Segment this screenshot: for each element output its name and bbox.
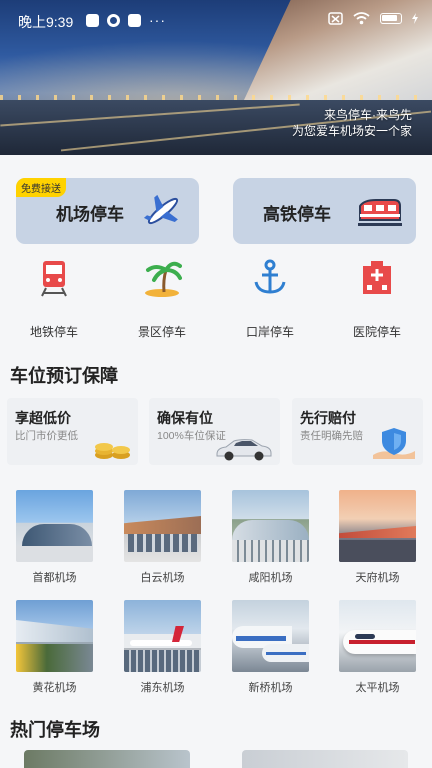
status-bar: 晚上9:39 ··· bbox=[0, 0, 432, 40]
status-time: 晚上9:39 bbox=[18, 14, 74, 30]
guarantee-card-spot[interactable]: 确保有位 100%车位保证 bbox=[149, 398, 280, 465]
battery-icon bbox=[380, 13, 402, 24]
guarantee-section-title: 车位预订保障 bbox=[10, 366, 118, 386]
guarantee-low-price-subtitle: 比门市价更低 bbox=[15, 430, 78, 442]
airport-card-xianyang[interactable]: 咸阳机场 bbox=[232, 490, 309, 585]
quick-link-hospital-label: 医院停车 bbox=[352, 325, 401, 339]
airport-parking-card[interactable]: 免费接送 机场停车 bbox=[16, 178, 199, 244]
metro-icon bbox=[41, 261, 67, 297]
status-system-icons bbox=[328, 12, 418, 25]
airport-label-baiyun: 白云机场 bbox=[140, 572, 185, 584]
airport-photo-xinqiao bbox=[232, 600, 309, 672]
airport-label-huanghua: 黄花机场 bbox=[32, 682, 77, 694]
hero-caption-line1: 来鸟停车·来鸟先 bbox=[324, 108, 412, 122]
airport-parking-label: 机场停车 bbox=[56, 205, 124, 224]
airport-label-pudong: 浦东机场 bbox=[140, 682, 185, 694]
airport-card-baiyun[interactable]: 白云机场 bbox=[124, 490, 201, 585]
guarantee-card-low-price[interactable]: 享超低价 比门市价更低 bbox=[7, 398, 138, 465]
airport-photo-xianyang bbox=[232, 490, 309, 562]
free-shuttle-badge: 免费接送 bbox=[16, 178, 66, 197]
airport-label-taiping: 太平机场 bbox=[355, 682, 400, 694]
car-icon bbox=[216, 439, 272, 461]
airport-label-shoudu: 首都机场 bbox=[32, 572, 77, 584]
quick-link-metro-label: 地铁停车 bbox=[29, 325, 78, 339]
notification-circle-icon bbox=[107, 13, 120, 27]
no-sim-icon bbox=[328, 12, 343, 25]
more-notifications-icon: ··· bbox=[149, 12, 166, 28]
guarantee-low-price-title: 享超低价 bbox=[15, 410, 71, 426]
hospital-icon bbox=[363, 261, 391, 294]
quick-link-port-label: 口岸停车 bbox=[245, 325, 294, 339]
hot-parking-section-title: 热门停车场 bbox=[10, 720, 100, 740]
airport-label-tianfu: 天府机场 bbox=[355, 572, 400, 584]
airport-photo-pudong bbox=[124, 600, 201, 672]
airport-card-shoudu[interactable]: 首都机场 bbox=[16, 490, 93, 585]
quick-link-hospital[interactable]: 医院停车 bbox=[337, 258, 417, 340]
hot-parking-card-1[interactable] bbox=[24, 750, 190, 768]
hero-caption: 来鸟停车·来鸟先 为您爱车机场安一个家 bbox=[292, 107, 412, 139]
airport-photo-baiyun bbox=[124, 490, 201, 562]
guarantee-card-compensation[interactable]: 先行赔付 责任明确先赔 bbox=[292, 398, 423, 465]
airport-card-xinqiao[interactable]: 新桥机场 bbox=[232, 600, 309, 695]
airport-card-tianfu[interactable]: 天府机场 bbox=[339, 490, 416, 585]
shield-icon bbox=[373, 428, 415, 459]
airport-card-pudong[interactable]: 浦东机场 bbox=[124, 600, 201, 695]
airplane-icon bbox=[143, 194, 179, 225]
palm-tree-icon bbox=[145, 261, 182, 297]
airport-card-huanghua[interactable]: 黄花机场 bbox=[16, 600, 93, 695]
airport-photo-tianfu bbox=[339, 490, 416, 562]
hot-parking-card-2[interactable] bbox=[242, 750, 408, 768]
train-parking-card[interactable]: 高铁停车 bbox=[233, 178, 416, 244]
quick-link-metro[interactable]: 地铁停车 bbox=[14, 258, 94, 340]
hero-caption-line2: 为您爱车机场安一个家 bbox=[291, 124, 412, 138]
guarantee-compensation-subtitle: 责任明确先赔 bbox=[300, 430, 363, 442]
train-parking-label: 高铁停车 bbox=[263, 205, 331, 224]
airport-card-taiping[interactable]: 太平机场 bbox=[339, 600, 416, 695]
coins-icon bbox=[95, 443, 130, 459]
train-icon bbox=[358, 199, 402, 226]
notification-square-icon bbox=[128, 13, 141, 27]
airport-photo-taiping bbox=[339, 600, 416, 672]
anchor-icon bbox=[254, 259, 286, 294]
guarantee-compensation-title: 先行赔付 bbox=[300, 410, 356, 426]
status-notification-icons: ··· bbox=[86, 12, 166, 28]
notification-app-icon bbox=[86, 13, 99, 27]
quick-link-port[interactable]: 口岸停车 bbox=[230, 258, 310, 340]
airport-photo-shoudu bbox=[16, 490, 93, 562]
charging-icon bbox=[412, 13, 418, 24]
airport-label-xinqiao: 新桥机场 bbox=[248, 682, 293, 694]
quick-link-scenic[interactable]: 景区停车 bbox=[122, 258, 202, 340]
wifi-icon bbox=[353, 12, 370, 25]
airport-photo-huanghua bbox=[16, 600, 93, 672]
quick-link-scenic-label: 景区停车 bbox=[137, 325, 186, 339]
airport-label-xianyang: 咸阳机场 bbox=[248, 572, 293, 584]
guarantee-spot-title: 确保有位 bbox=[157, 410, 213, 426]
